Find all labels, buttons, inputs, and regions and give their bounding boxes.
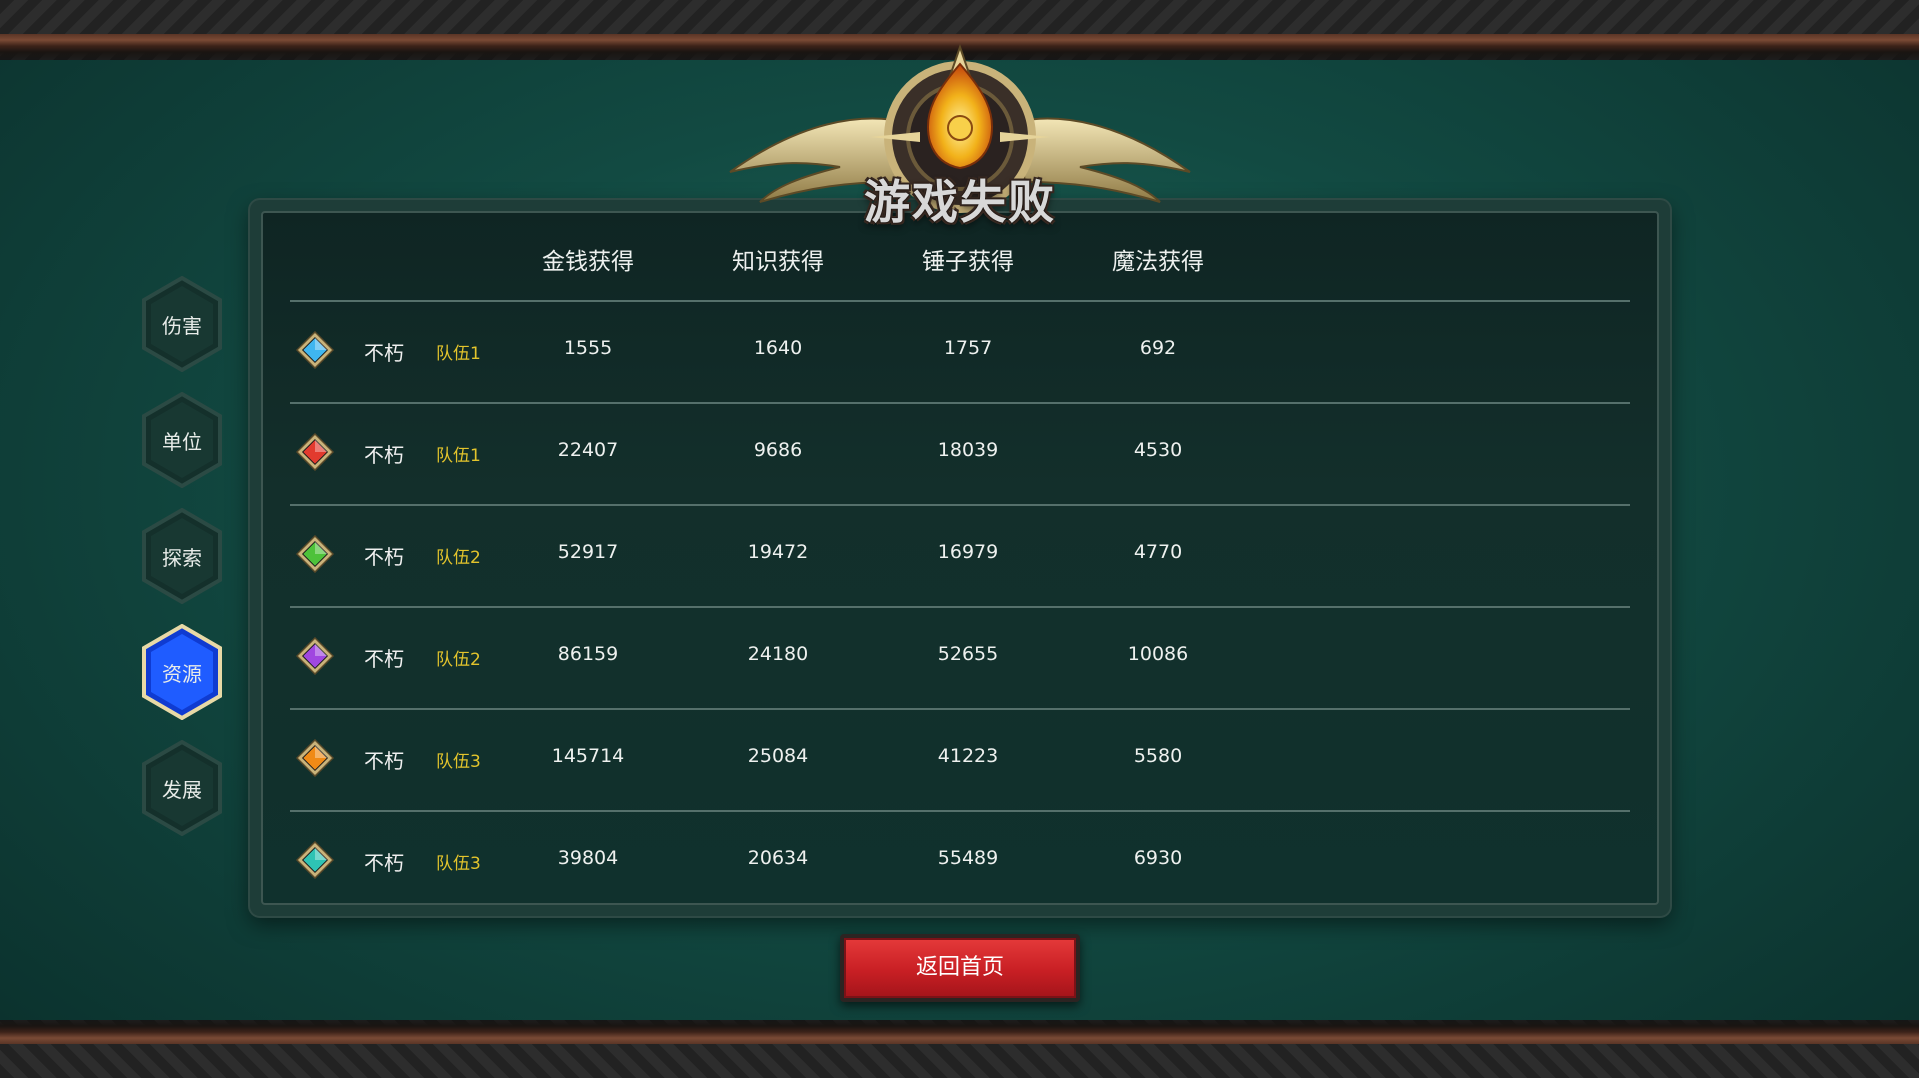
team-label: 队伍1 [436, 344, 481, 364]
player-name: 不朽 [364, 851, 404, 875]
magic-value: 4530 [1133, 439, 1183, 461]
tab-label: 资源 [162, 662, 202, 686]
team-label: 队伍1 [436, 446, 481, 466]
knowledge-value: 24180 [747, 643, 809, 665]
defeat-emblem: 游戏失败 [720, 42, 1200, 242]
hammer-value: 1757 [943, 337, 993, 359]
knowledge-value: 20634 [747, 847, 809, 869]
player-name: 不朽 [364, 647, 404, 671]
magic-value: 6930 [1133, 847, 1183, 869]
table-row: 不朽 队伍1 1555 1640 1757 692 [290, 300, 1630, 400]
hammer-value: 52655 [937, 643, 999, 665]
table-row: 不朽 队伍3 145714 25084 41223 5580 [290, 708, 1630, 808]
magic-value: 10086 [1127, 643, 1189, 665]
hammer-value: 16979 [937, 541, 999, 563]
table-row: 不朽 队伍3 39804 20634 55489 6930 [290, 810, 1630, 910]
magic-value: 5580 [1133, 745, 1183, 767]
table-row: 不朽 队伍1 22407 9686 18039 4530 [290, 402, 1630, 502]
tab-label: 发展 [162, 778, 202, 802]
column-header-knowledge: 知识获得 [732, 249, 824, 275]
team-label: 队伍2 [436, 650, 481, 670]
gem-icon [296, 637, 334, 675]
hammer-value: 41223 [937, 745, 999, 767]
gem-icon [296, 739, 334, 777]
hammer-value: 55489 [937, 847, 999, 869]
gem-icon [296, 433, 334, 471]
money-value: 39804 [557, 847, 619, 869]
table-row: 不朽 队伍2 86159 24180 52655 10086 [290, 606, 1630, 706]
money-value: 86159 [557, 643, 619, 665]
hammer-value: 18039 [937, 439, 999, 461]
team-label: 队伍2 [436, 548, 481, 568]
team-label: 队伍3 [436, 854, 481, 874]
player-name: 不朽 [364, 341, 404, 365]
bottom-border [0, 1020, 1919, 1078]
gem-icon [296, 331, 334, 369]
knowledge-value: 25084 [747, 745, 809, 767]
column-header-magic: 魔法获得 [1112, 249, 1204, 275]
knowledge-value: 9686 [753, 439, 803, 461]
money-value: 52917 [557, 541, 619, 563]
money-value: 22407 [557, 439, 619, 461]
gem-icon [296, 535, 334, 573]
tab-units[interactable]: 单位 [140, 392, 224, 488]
tab-label: 探索 [162, 546, 202, 570]
tab-resources[interactable]: 资源 [140, 624, 224, 720]
player-name: 不朽 [364, 749, 404, 773]
column-header-hammer: 锤子获得 [922, 249, 1014, 275]
knowledge-value: 1640 [753, 337, 803, 359]
defeat-title: 游戏失败 [864, 175, 1056, 229]
table-row: 不朽 队伍2 52917 19472 16979 4770 [290, 504, 1630, 604]
column-header-money: 金钱获得 [542, 249, 634, 275]
money-value: 1555 [563, 337, 613, 359]
tab-label: 伤害 [162, 314, 202, 338]
team-label: 队伍3 [436, 752, 481, 772]
knowledge-value: 19472 [747, 541, 809, 563]
tab-explore[interactable]: 探索 [140, 508, 224, 604]
tab-label: 单位 [162, 430, 202, 454]
player-name: 不朽 [364, 545, 404, 569]
money-value: 145714 [551, 745, 625, 767]
return-home-button[interactable]: 返回首页 [840, 934, 1080, 1002]
magic-value: 692 [1139, 337, 1177, 359]
magic-value: 4770 [1133, 541, 1183, 563]
player-name: 不朽 [364, 443, 404, 467]
tab-damage[interactable]: 伤害 [140, 276, 224, 372]
tab-development[interactable]: 发展 [140, 740, 224, 836]
gem-icon [296, 841, 334, 879]
